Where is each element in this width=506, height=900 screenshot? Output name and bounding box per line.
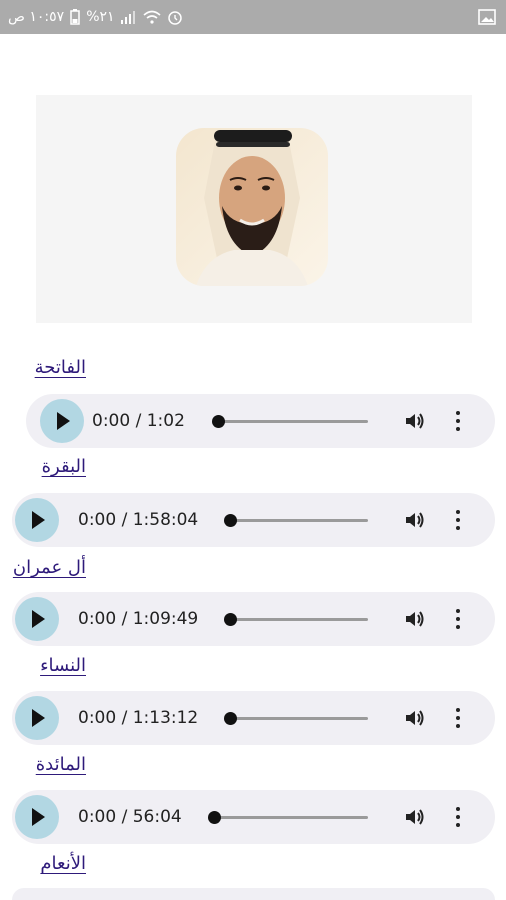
signal-icon [120,11,135,24]
play-icon[interactable] [15,696,59,740]
image-icon [478,8,496,26]
seek-thumb[interactable] [224,712,237,725]
track-title-3[interactable]: أل عمران [13,557,86,578]
battery-percent: %٢١ [86,9,115,25]
track-title-6[interactable]: الأنعام [40,853,86,874]
seek-thumb[interactable] [224,613,237,626]
volume-icon[interactable] [403,707,425,729]
seek-bar[interactable] [232,519,368,522]
alarm-icon [167,11,182,25]
status-time: ١٠:٥٧ ص [8,9,65,25]
audio-player-4[interactable]: 0:00 / 1:13:12 [12,691,495,745]
track-title-4[interactable]: النساء [40,655,86,676]
seek-thumb[interactable] [212,415,225,428]
audio-player-5[interactable]: 0:00 / 56:04 [12,790,495,844]
volume-icon[interactable] [403,608,425,630]
time-display: 0:00 / 1:58:04 [78,510,199,530]
volume-icon[interactable] [403,806,425,828]
seek-bar[interactable] [232,717,368,720]
play-icon[interactable] [15,498,59,542]
volume-icon[interactable] [403,509,425,531]
play-icon[interactable] [40,399,84,443]
status-bar: ١٠:٥٧ ص %٢١ [0,0,506,34]
more-options-icon[interactable] [456,609,460,629]
play-icon[interactable] [15,795,59,839]
seek-bar[interactable] [216,816,368,819]
volume-icon[interactable] [403,410,425,432]
time-display: 0:00 / 1:02 [92,411,185,431]
track-title-1[interactable]: الفاتحة [35,357,86,378]
time-display: 0:00 / 1:13:12 [78,708,199,728]
status-left: ١٠:٥٧ ص %٢١ [8,8,183,26]
wifi-icon [143,10,161,24]
time-display: 0:00 / 56:04 [78,807,182,827]
reciter-portrait [176,128,328,286]
audio-player-6[interactable] [12,888,495,900]
track-title-2[interactable]: البقرة [42,456,86,477]
track-title-5[interactable]: المائدة [36,754,86,775]
seek-bar[interactable] [232,618,368,621]
play-icon[interactable] [15,597,59,641]
more-options-icon[interactable] [456,510,460,530]
seek-thumb[interactable] [224,514,237,527]
audio-player-2[interactable]: 0:00 / 1:58:04 [12,493,495,547]
more-options-icon[interactable] [456,807,460,827]
battery-icon [70,9,80,25]
time-display: 0:00 / 1:09:49 [78,609,199,629]
seek-thumb[interactable] [208,811,221,824]
more-options-icon[interactable] [456,708,460,728]
seek-bar[interactable] [216,420,368,423]
audio-player-1[interactable]: 0:00 / 1:02 [26,394,495,448]
more-options-icon[interactable] [456,411,460,431]
audio-player-3[interactable]: 0:00 / 1:09:49 [12,592,495,646]
